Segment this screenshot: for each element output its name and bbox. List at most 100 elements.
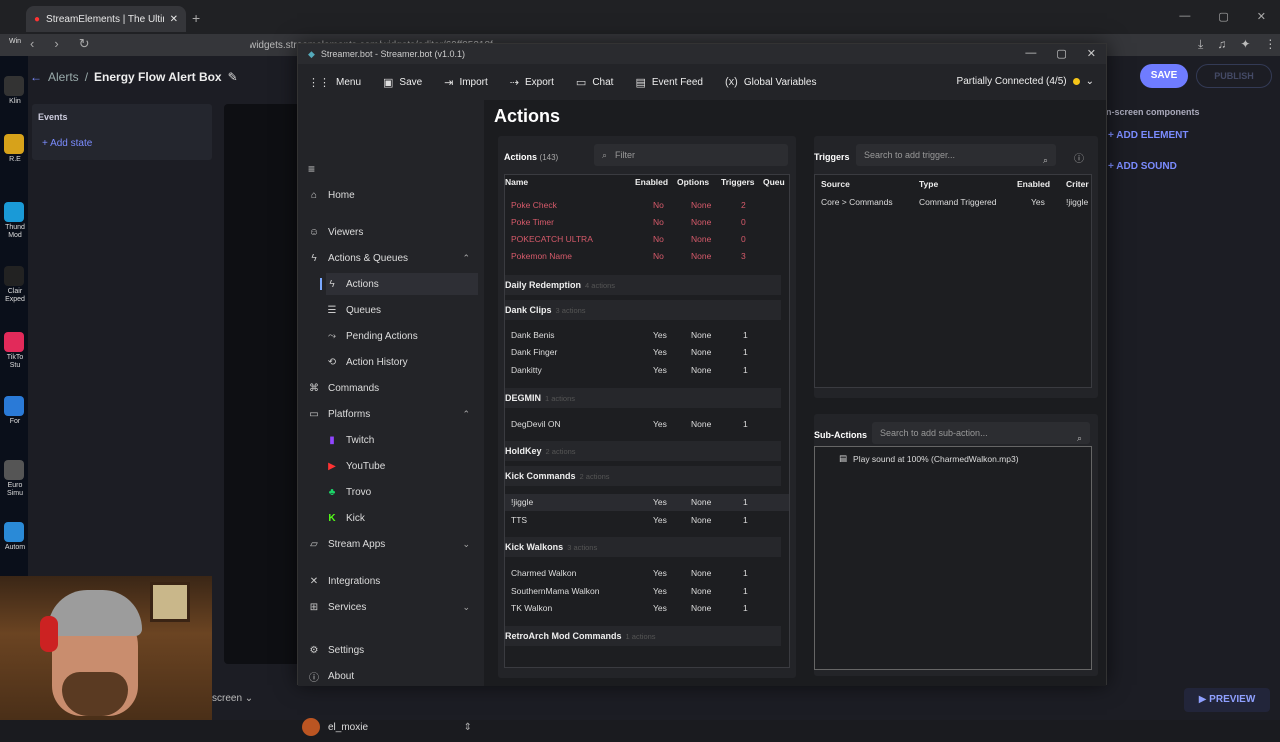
desktop-icon[interactable]: Autom — [4, 522, 26, 552]
nav-viewers[interactable]: ☺ Viewers — [308, 221, 478, 243]
screen-select[interactable]: screen ⌄ — [212, 693, 253, 704]
nav-settings[interactable]: ⚙ Settings — [308, 639, 478, 661]
back-arrow-icon[interactable]: ← — [30, 70, 42, 84]
nav-home[interactable]: ⌂ Home — [308, 184, 478, 206]
table-row[interactable]: Poke Check No None 2 — [505, 197, 789, 214]
desktop-icon[interactable]: Klin — [4, 76, 26, 106]
minimize-icon[interactable]: — — [1179, 10, 1190, 23]
table-row[interactable]: Dank Benis Yes None 1 — [505, 327, 789, 344]
col-queue[interactable]: Queu — [763, 177, 785, 191]
col-enabled[interactable]: Enabled — [635, 177, 668, 191]
ai-icon[interactable]: ✦ — [1240, 37, 1250, 52]
nav-youtube[interactable]: ▶ YouTube — [326, 455, 478, 477]
music-icon[interactable]: ♫ — [1217, 37, 1226, 52]
col-source[interactable]: Source — [821, 179, 850, 189]
trigger-type[interactable]: Command Triggered — [919, 197, 996, 207]
table-row[interactable]: TK Walkon Yes None 1 — [505, 600, 789, 617]
nav-action-history[interactable]: ⟲ Action History — [326, 351, 478, 373]
global-variables-button[interactable]: (x) Global Variables — [725, 76, 816, 88]
table-row[interactable]: SouthernMama Walkon Yes None 1 — [505, 583, 789, 600]
table-row[interactable]: Poke Timer No None 0 — [505, 214, 789, 231]
breadcrumb-root[interactable]: Alerts — [48, 70, 79, 84]
col-criteria[interactable]: Criter — [1066, 179, 1089, 189]
group-header[interactable]: DEGMIN 1 actions — [505, 388, 781, 408]
nav-commands[interactable]: ⌘ Commands — [308, 377, 478, 399]
add-element-button[interactable]: + ADD ELEMENT — [1108, 130, 1188, 141]
nav-integrations[interactable]: ✕ Integrations — [308, 570, 478, 592]
trigger-enabled[interactable]: Yes — [1031, 197, 1045, 207]
col-enabled[interactable]: Enabled — [1017, 179, 1050, 189]
group-header[interactable]: Kick Commands 2 actions — [505, 466, 781, 486]
desktop-icon[interactable]: Euro Simu — [4, 460, 26, 498]
group-header[interactable]: Daily Redemption 4 actions — [505, 275, 781, 295]
group-header[interactable]: RetroArch Mod Commands 1 actions — [505, 626, 781, 646]
nav-stream-apps[interactable]: ▱ Stream Apps ⌄ — [308, 533, 478, 555]
table-row[interactable]: TTS Yes None 1 — [505, 512, 789, 529]
maximize-icon[interactable]: ▢ — [1056, 47, 1066, 60]
nav-platforms[interactable]: ▭ Platforms ⌃ — [308, 403, 478, 425]
table-row[interactable]: DegDevil ON Yes None 1 — [505, 416, 789, 433]
subaction-search-input[interactable]: Search to add sub-action... ⌕ — [872, 422, 1090, 444]
table-row[interactable]: !jiggle Yes None 1 — [505, 494, 789, 511]
preview-button[interactable]: ▶ PREVIEW — [1184, 688, 1270, 712]
chat-button[interactable]: ▭ Chat — [576, 76, 614, 89]
nav-trovo[interactable]: ♣ Trovo — [326, 481, 478, 503]
desktop-icon[interactable]: For — [4, 396, 26, 426]
group-header[interactable]: Dank Clips 3 actions — [505, 300, 781, 320]
table-row[interactable]: Charmed Walkon Yes None 1 — [505, 565, 789, 582]
group-header[interactable]: Kick Walkons 3 actions — [505, 537, 781, 557]
desktop-icon[interactable]: R.E — [4, 134, 26, 164]
trigger-search-input[interactable]: Search to add trigger... ⌕ — [856, 144, 1056, 166]
publish-button[interactable]: PUBLISH — [1196, 64, 1272, 88]
hamburger-icon[interactable]: ≡ — [308, 162, 315, 176]
forward-icon[interactable]: › — [54, 36, 58, 52]
nav-actions-queues[interactable]: ϟ Actions & Queues ⌃ — [308, 247, 478, 269]
menu-button[interactable]: ⋮⋮ Menu — [308, 76, 361, 89]
minimize-icon[interactable]: — — [1025, 47, 1036, 60]
info-icon[interactable]: ⓘ — [1074, 150, 1084, 165]
filter-input[interactable]: ⌕ Filter — [594, 144, 788, 166]
back-icon[interactable]: ‹ — [30, 36, 34, 52]
import-button[interactable]: ⇥ Import — [444, 76, 488, 89]
desktop-icon[interactable]: TikTo Stu — [4, 332, 26, 370]
desktop-icon[interactable]: Win — [4, 38, 26, 46]
table-row[interactable]: Pokemon Name No None 3 — [505, 248, 789, 265]
se-save-button[interactable]: SAVE — [1140, 64, 1188, 88]
table-row[interactable]: Dankitty Yes None 1 — [505, 362, 789, 379]
close-icon[interactable]: ✕ — [1087, 47, 1096, 60]
edit-pencil-icon[interactable]: ✎ — [228, 70, 238, 84]
trigger-source[interactable]: Core > Commands — [821, 197, 893, 207]
subaction-item[interactable]: ▤ Play sound at 100% (CharmedWalkon.mp3) — [839, 453, 1019, 464]
add-state-button[interactable]: + Add state — [42, 138, 92, 149]
new-tab-button[interactable]: + — [192, 10, 200, 26]
download-icon[interactable]: ⤓ — [1198, 37, 1203, 52]
close-tab-icon[interactable]: ✕ — [170, 14, 178, 25]
desktop-icon[interactable]: Clair Exped — [4, 266, 26, 304]
table-row[interactable]: Dank Finger Yes None 1 — [505, 344, 789, 361]
maximize-icon[interactable]: ▢ — [1218, 10, 1228, 23]
browser-tab[interactable]: ● StreamElements | The Ultimate S ✕ — [26, 6, 186, 32]
nav-about[interactable]: ⓘ About — [308, 665, 478, 687]
nav-kick[interactable]: K Kick — [326, 507, 478, 529]
nav-services[interactable]: ⊞ Services ⌄ — [308, 596, 478, 618]
col-options[interactable]: Options — [677, 177, 709, 191]
add-sound-button[interactable]: + ADD SOUND — [1108, 161, 1177, 172]
col-name[interactable]: Name — [505, 177, 528, 191]
reload-icon[interactable]: ↻ — [79, 36, 90, 52]
close-icon[interactable]: ✕ — [1257, 10, 1266, 23]
nav-twitch[interactable]: ▮ Twitch — [326, 429, 478, 451]
table-row[interactable]: POKECATCH ULTRA No None 0 — [505, 231, 789, 248]
save-button[interactable]: ▣ Save — [383, 76, 422, 89]
export-button[interactable]: ⇢ Export — [510, 76, 554, 89]
desktop-icon[interactable]: Thund Mod — [4, 202, 26, 240]
nav-actions[interactable]: ϟ Actions — [320, 273, 478, 295]
menu-icon[interactable]: ⋮ — [1264, 37, 1276, 52]
trigger-criteria[interactable]: !jiggle — [1066, 197, 1088, 207]
event-feed-button[interactable]: ▤ Event Feed — [635, 76, 703, 89]
connection-status[interactable]: Partially Connected (4/5) ⌄ — [957, 76, 1094, 87]
group-header[interactable]: HoldKey 2 actions — [505, 441, 781, 461]
nav-pending-actions[interactable]: ⤳ Pending Actions — [326, 325, 478, 347]
user-profile[interactable]: el_moxie ⇕ — [302, 712, 480, 742]
nav-queues[interactable]: ☰ Queues — [326, 299, 478, 321]
col-type[interactable]: Type — [919, 179, 938, 189]
